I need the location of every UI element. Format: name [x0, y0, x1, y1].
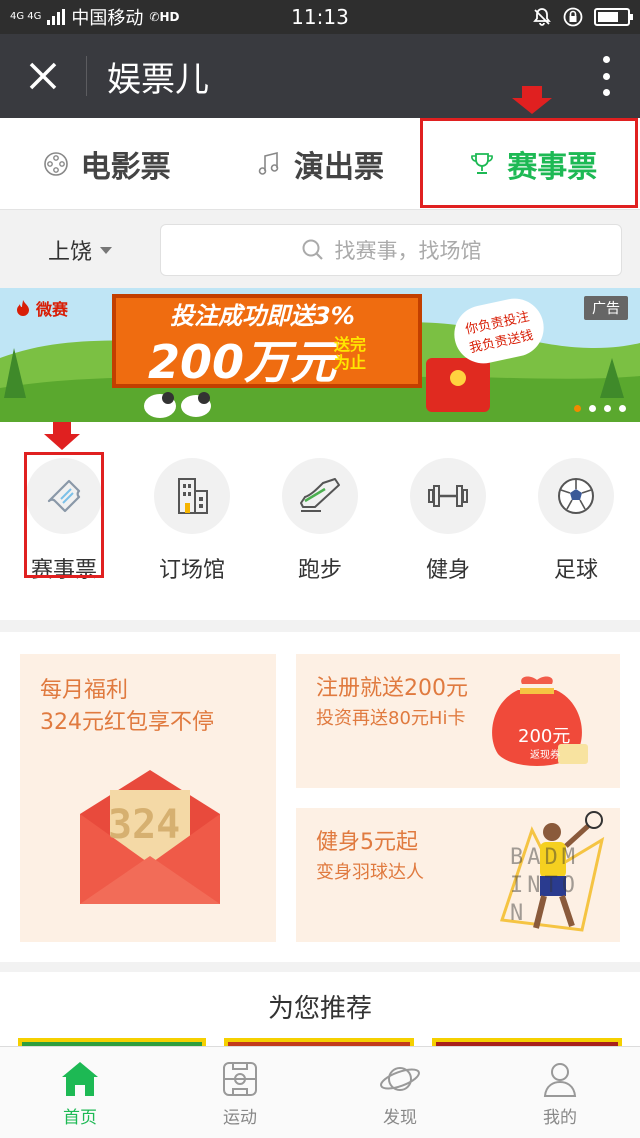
- close-button[interactable]: [0, 34, 86, 118]
- promo-subtitle: 投资再送80元Hi卡: [316, 708, 466, 729]
- envelope-number: 324: [108, 802, 181, 848]
- promo-banner[interactable]: 微赛 投注成功即送3% 200万元 送完为止 你负责投注 我负责送钱 广告: [0, 288, 640, 422]
- status-bar: 4G 4G 中国移动 ✆HD 11:13: [0, 0, 640, 34]
- grid-item-venue[interactable]: 订场馆: [128, 458, 256, 620]
- building-icon: [178, 478, 208, 514]
- search-icon: [302, 239, 323, 260]
- promo-card-fitness[interactable]: 健身5元起 变身羽球达人 BADMINTON: [296, 808, 620, 942]
- user-icon: [543, 1063, 577, 1097]
- banner-logo: 微赛: [14, 296, 68, 320]
- city-name: 上饶: [47, 240, 92, 265]
- tab-show[interactable]: 演出票: [213, 118, 426, 209]
- grid-label: 订场馆: [158, 558, 225, 583]
- recommend-title: 为您推荐: [267, 994, 372, 1024]
- banner-dot: [574, 405, 581, 412]
- grid-item-football[interactable]: 足球: [512, 458, 640, 620]
- field-icon: [223, 1062, 257, 1096]
- home-icon: [62, 1062, 98, 1096]
- promo-section: 每月福利 324元红包享不停 324 注册就送200元 投资再送80元Hi卡 2…: [0, 632, 640, 962]
- music-note-icon: [258, 151, 279, 175]
- search-row: 上饶 找赛事，找场馆: [0, 210, 640, 290]
- status-time: 11:13: [291, 5, 349, 29]
- recommend-section: 为您推荐: [0, 972, 640, 1052]
- more-vertical-icon: [602, 56, 610, 63]
- nav-profile[interactable]: 我的: [480, 1047, 640, 1138]
- bottom-nav: 首页 运动 发现 我的: [0, 1046, 640, 1138]
- grid-label: 跑步: [297, 558, 342, 583]
- page-title: 娱票儿: [107, 59, 209, 100]
- nav-home[interactable]: 首页: [0, 1047, 160, 1138]
- banner-dot: [619, 405, 626, 412]
- more-menu-button[interactable]: [596, 56, 616, 96]
- promo-subtitle: 变身羽球达人: [316, 862, 424, 883]
- promo-subtitle: 324元红包享不停: [40, 710, 214, 735]
- soccer-ball-icon: [558, 478, 594, 514]
- nav-label: 发现: [383, 1108, 417, 1128]
- tab-show-label: 演出票: [293, 149, 384, 185]
- grid-label: 足球: [553, 558, 598, 583]
- caret-down-icon: [100, 246, 112, 254]
- tab-movie[interactable]: 电影票: [0, 118, 213, 209]
- promo-title: 每月福利: [40, 678, 129, 703]
- tab-movie-label: 电影票: [80, 149, 171, 185]
- badminton-art-text: BADMINTON: [510, 845, 579, 926]
- fire-logo-icon: [17, 300, 29, 316]
- bag-caption: 返现券: [530, 750, 560, 761]
- banner-dot: [589, 405, 596, 412]
- nav-sports[interactable]: 运动: [160, 1047, 320, 1138]
- promo-card-monthly[interactable]: 每月福利 324元红包享不停 324: [20, 654, 276, 942]
- tab-highlight-box: [420, 118, 638, 208]
- planet-icon: [380, 1067, 420, 1091]
- bag-amount: 200元: [518, 726, 571, 747]
- nav-label: 首页: [63, 1108, 97, 1128]
- title-divider: [86, 56, 87, 96]
- banner-dot: [604, 405, 611, 412]
- grid-item-running[interactable]: 跑步: [256, 458, 384, 620]
- search-placeholder: 找赛事，找场馆: [334, 239, 482, 263]
- search-input[interactable]: 找赛事，找场馆: [160, 224, 622, 276]
- nav-label: 我的: [543, 1108, 577, 1128]
- promo-title: 注册就送200元: [316, 676, 468, 701]
- promo-card-register[interactable]: 注册就送200元 投资再送80元Hi卡 200元 返现券: [296, 654, 620, 788]
- grid-item-fitness[interactable]: 健身: [384, 458, 512, 620]
- film-reel-icon: [43, 151, 68, 176]
- banner-pagination: [574, 405, 626, 412]
- banner-line2: 200万元: [148, 335, 337, 389]
- banner-line3: 送完为止: [334, 335, 367, 372]
- close-icon: [29, 62, 57, 90]
- grid-highlight-box: [24, 452, 104, 578]
- promo-title: 健身5元起: [316, 830, 418, 855]
- nav-discover[interactable]: 发现: [320, 1047, 480, 1138]
- ad-tag: 广告: [584, 296, 628, 320]
- grid-label: 健身: [425, 558, 470, 583]
- battery-icon: [594, 8, 633, 26]
- city-selector[interactable]: 上饶: [0, 234, 160, 266]
- sneaker-icon: [300, 478, 340, 512]
- dumbbell-icon: [428, 485, 468, 507]
- nav-label: 运动: [223, 1108, 257, 1128]
